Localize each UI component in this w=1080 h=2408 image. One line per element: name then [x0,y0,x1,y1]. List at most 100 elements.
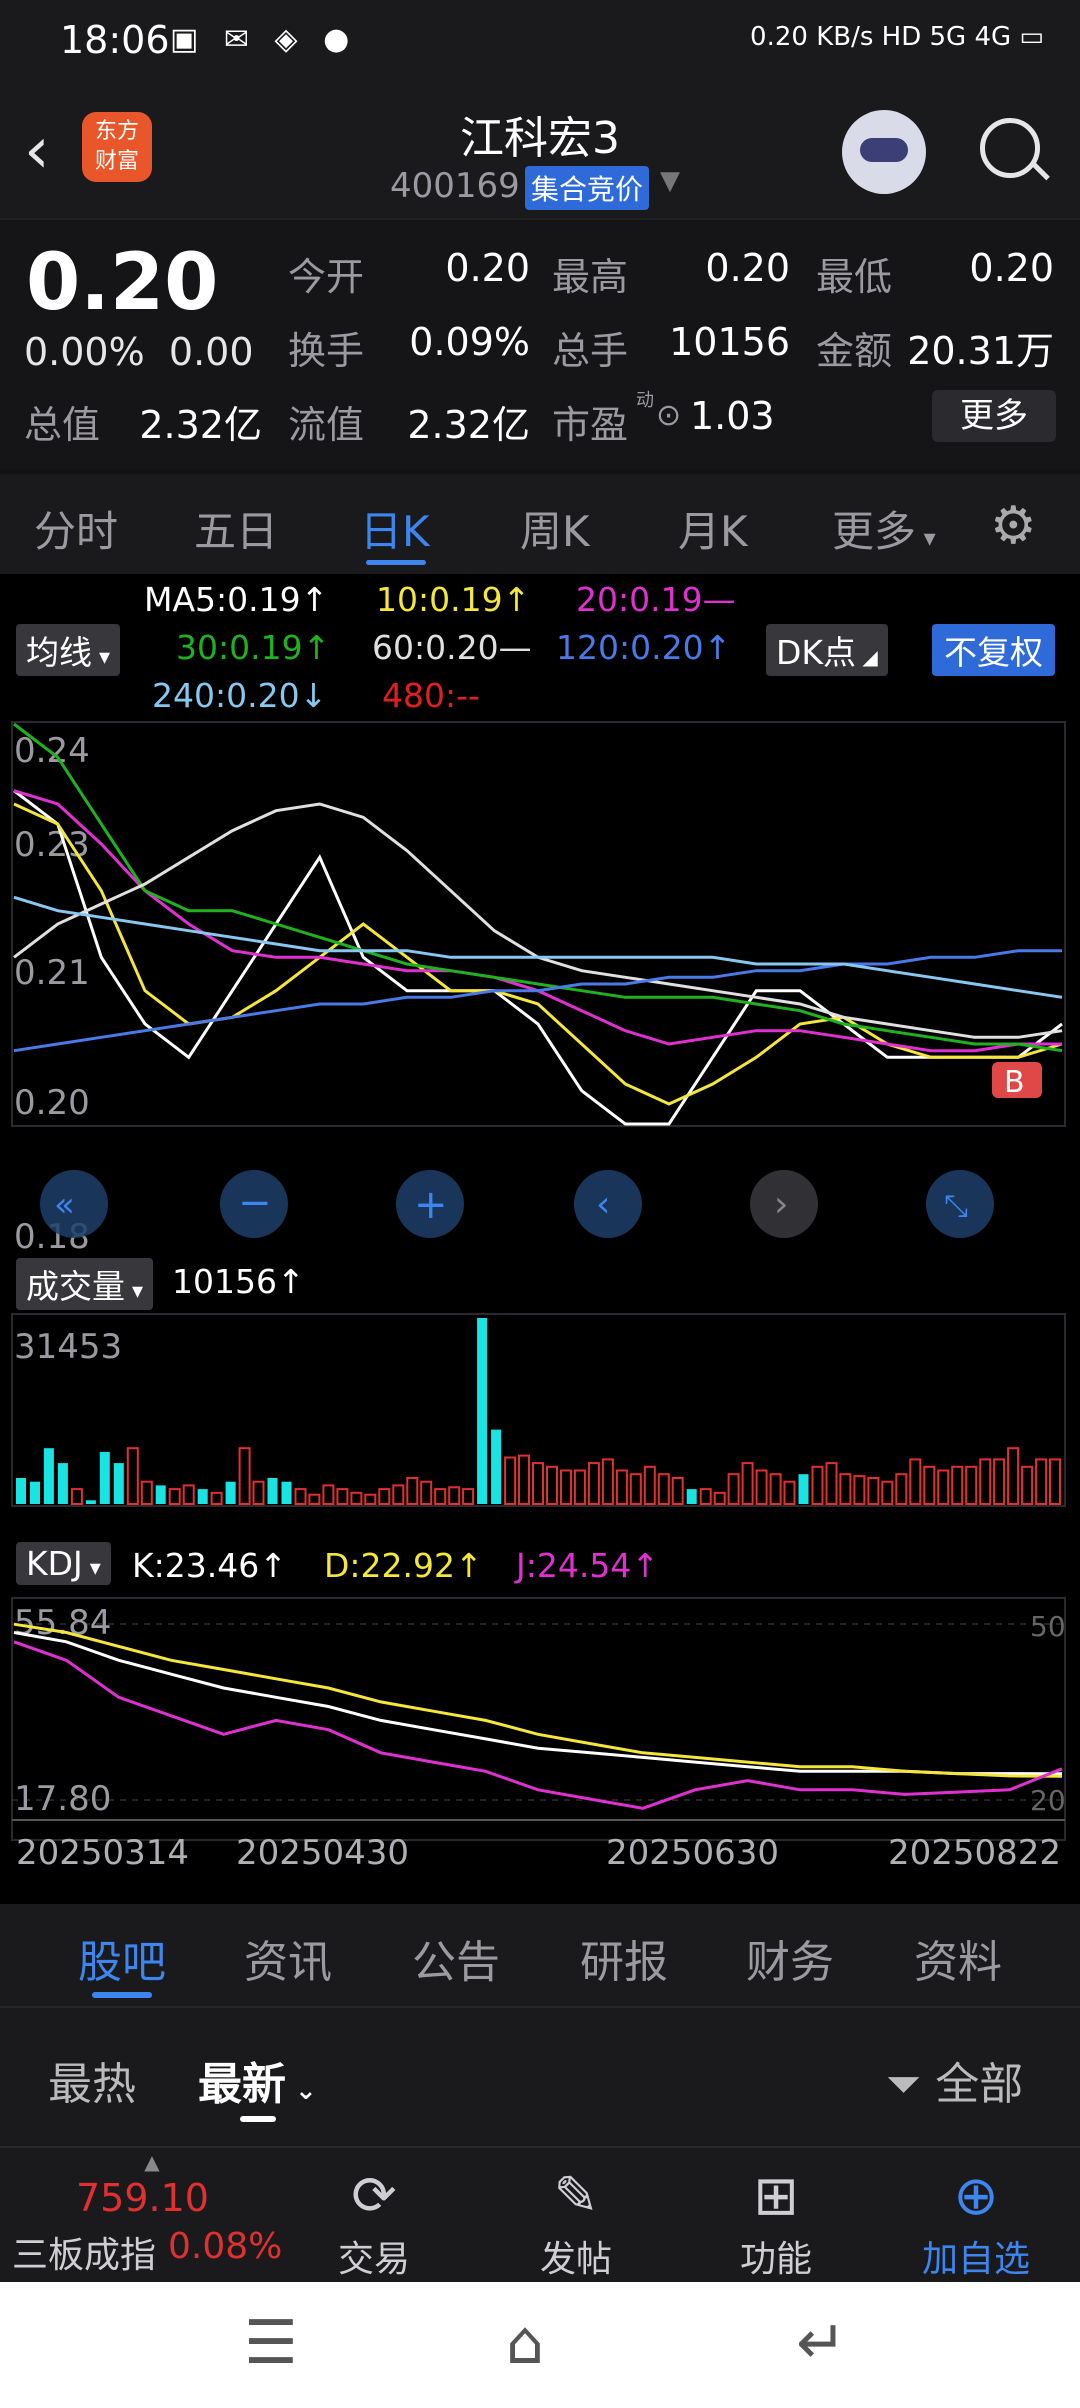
stock-code: 400169 [390,166,520,206]
svg-text:«: « [54,1185,75,1225]
gear-icon[interactable]: ⚙ [990,496,1037,556]
stat-value: 20.31万 [907,329,1054,373]
volume-bar [811,1465,824,1505]
volume-bar [225,1481,236,1504]
nav-functions[interactable]: ⊞ 功能 [676,2148,876,2282]
auction-badge: 集合竞价 [525,166,650,210]
home-icon[interactable]: ⌂ [506,2308,544,2378]
tab-weekly-k[interactable]: 周K [520,498,590,559]
volume-bar [573,1469,586,1505]
tab-guba[interactable]: 股吧 [78,1926,166,1990]
volume-bar [210,1491,223,1505]
back-nav-icon[interactable]: ↵ [796,2308,846,2378]
search-icon[interactable] [980,118,1040,178]
kdj-k-label: K:23.46↑ [132,1546,287,1585]
svg-text:−: − [238,1180,272,1226]
tab-announcements[interactable]: 公告 [412,1926,500,1990]
volume-bar [99,1451,110,1504]
volume-bar [57,1463,68,1504]
volume-bar [783,1480,796,1506]
volume-value: 10156↑ [172,1262,305,1301]
assistant-robot-icon[interactable] [842,110,926,194]
tab-profile[interactable]: 资料 [914,1926,1002,1990]
stat-value: 0.20 [705,246,790,290]
volume-bar [406,1477,419,1505]
volume-bar [965,1465,978,1505]
tab-research[interactable]: 研报 [580,1926,668,1990]
tab-monthly-k[interactable]: 月K [678,498,748,559]
tab-indicator [92,1992,152,1998]
date-label: 20250430 [236,1833,409,1873]
volume-bar [350,1491,363,1505]
volume-bar [923,1465,936,1505]
quote-panel: 0.20 0.00% 0.00 今开 0.20 最高 0.20 最低 0.20 … [0,220,1080,470]
volume-bar [504,1456,517,1505]
svg-text:›: › [774,1184,788,1225]
kdj-j-label: J:24.54↑ [516,1546,659,1585]
volume-bar [713,1491,726,1505]
svg-text:+: + [414,1182,448,1228]
volume-bar [252,1480,265,1506]
filter-button[interactable]: ⏷ 全部 [886,2048,1023,2112]
edit-icon: ✎ [553,2164,599,2227]
volume-bar [699,1488,712,1505]
volume-bar [881,1480,894,1506]
trade-icon: ⟳ [351,2164,397,2227]
buy-marker-label: B [1004,1065,1025,1100]
tab-finance[interactable]: 财务 [746,1926,834,1990]
volume-bar [43,1448,54,1504]
kdj-right-bottom-label: 20 [1030,1784,1066,1817]
ma10-line [13,802,1063,1106]
tab-daily-k[interactable]: 日K [360,498,430,559]
kdj-selector[interactable]: KDJ ▾ [16,1542,111,1585]
stat-value: 0.20 [969,246,1054,290]
grid-icon: ⊞ [753,2164,799,2227]
volume-bar [839,1473,852,1506]
kdj-bottom-label: 17.80 [14,1779,111,1819]
chart-area: MA5:0.19↑ 10:0.19↑ 20:0.19— 均线 ▾ 30:0.19… [0,574,1080,1904]
more-stats-button[interactable]: 更多 [932,390,1056,442]
stat-label: 总手 [552,329,629,373]
volume-bar [392,1484,405,1506]
info-icon[interactable]: ⊙ [656,398,681,433]
volume-bar [853,1475,866,1505]
nav-post[interactable]: ✎ 发帖 [476,2148,676,2282]
volume-bar [448,1486,461,1505]
volume-selector[interactable]: 成交量 ▾ [16,1258,154,1310]
index-ticker[interactable]: ▲ 759.10 三板成指 0.08% [12,2148,292,2276]
volume-bar [741,1462,754,1505]
svg-text:⤡: ⤡ [944,1189,968,1224]
volume-bar [336,1488,349,1505]
kdj-k-line [13,1631,1063,1776]
chevron-down-icon[interactable]: ▼ [660,166,680,196]
nav-trade[interactable]: ⟳ 交易 [274,2148,474,2282]
tab-more[interactable]: 更多 ▾ [832,498,936,559]
volume-bar [1007,1447,1020,1506]
volume-bar [30,1481,40,1504]
tab-five-day[interactable]: 五日 [194,498,278,559]
volume-bar [1049,1458,1061,1506]
stat-label: 金额 [816,329,893,373]
sort-hot[interactable]: 最热 [48,2048,136,2112]
tab-intraday[interactable]: 分时 [34,498,118,559]
stat-label: 流值 [288,403,365,447]
tab-news[interactable]: 资讯 [244,1926,332,1990]
filter-icon: ⏷ [886,2059,922,2110]
content-tabs: 股吧 资讯 公告 研报 财务 资料 [0,1904,1080,2006]
stat-value: 0.20 [445,246,530,290]
volume-bar [979,1458,992,1506]
stat-value: 1.03 [690,394,775,438]
menu-icon[interactable]: ☰ [244,2308,298,2378]
bottom-nav: ▲ 759.10 三板成指 0.08% ⟳ 交易 ✎ 发帖 ⊞ 功能 ⊕ 加自选 [0,2146,1080,2284]
system-nav: ☰ ⌂ ↵ [0,2282,1080,2408]
sort-latest[interactable]: 最新 ⌄ [198,2048,317,2112]
volume-bar [491,1429,502,1504]
volume-bar [951,1465,964,1505]
sort-bar: 最热 最新 ⌄ ⏷ 全部 [0,2006,1080,2148]
nav-add-watchlist[interactable]: ⊕ 加自选 [876,2148,1076,2282]
volume-bar [434,1488,447,1505]
volume-bar [755,1469,768,1505]
volume-max-label: 31453 [14,1327,122,1367]
kline-chart-svg[interactable]: 0.24 0.23 0.21 0.20 0.18 B « − + ‹ › ⤡ 3… [0,574,1080,1904]
kline-tabs: 分时 五日 日K 周K 月K 更多 ▾ ⚙ [0,474,1080,574]
